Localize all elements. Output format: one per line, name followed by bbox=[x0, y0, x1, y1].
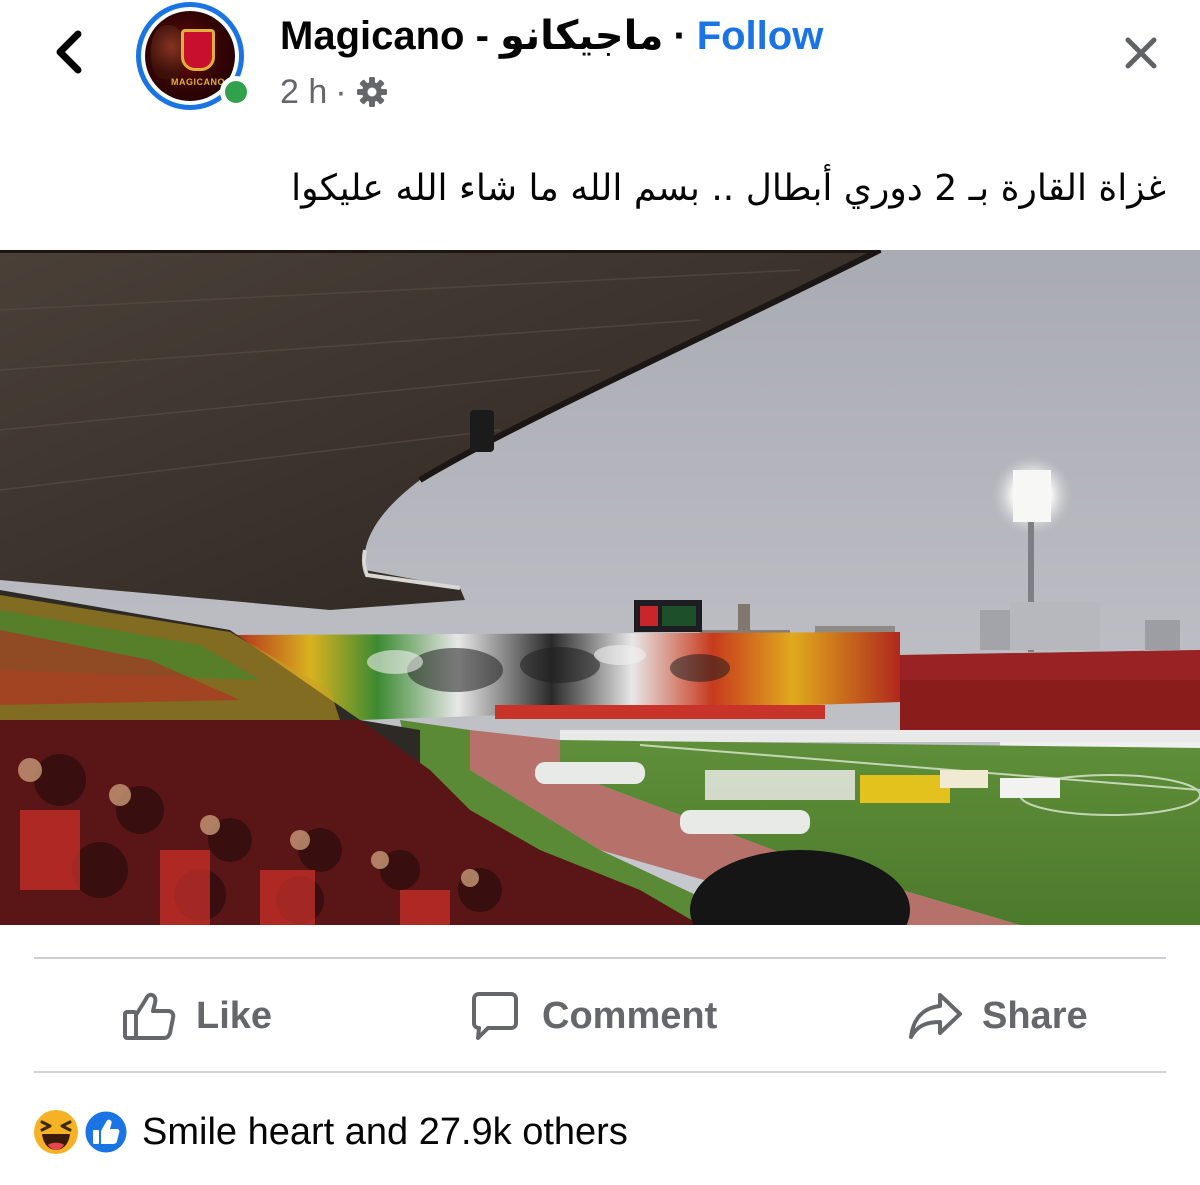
chevron-left-icon bbox=[56, 30, 82, 74]
haha-icon bbox=[34, 1110, 78, 1154]
title-separator: · bbox=[673, 13, 687, 58]
reactions-summary: Smile heart and 27.9k others bbox=[32, 1108, 628, 1156]
close-icon bbox=[1125, 37, 1157, 69]
post-header-title: Magicano - ماجيكانو · Follow bbox=[280, 12, 823, 60]
thumbs-up-icon bbox=[123, 992, 176, 1040]
gear-icon[interactable] bbox=[355, 75, 389, 109]
online-status-dot bbox=[220, 76, 252, 108]
reactions-text[interactable]: Smile heart and 27.9k others bbox=[142, 1111, 628, 1154]
close-button[interactable] bbox=[1116, 28, 1166, 78]
comment-bubble-icon bbox=[472, 992, 518, 1040]
comment-button[interactable]: Comment bbox=[466, 980, 717, 1052]
share-label: Share bbox=[982, 994, 1088, 1037]
meta-separator: · bbox=[335, 72, 347, 111]
share-arrow-icon bbox=[909, 993, 962, 1039]
avatar-logo-text: MAGICANO bbox=[171, 77, 225, 87]
avatar-face bbox=[151, 25, 185, 79]
share-button[interactable]: Share bbox=[906, 980, 1088, 1052]
like-label: Like bbox=[196, 994, 273, 1037]
action-bar-divider-top bbox=[34, 957, 1166, 959]
post-photo[interactable] bbox=[0, 250, 1200, 925]
stadium-photo bbox=[0, 250, 1200, 925]
post-timestamp[interactable]: 2 h bbox=[280, 73, 327, 112]
post-meta: 2 h · bbox=[280, 70, 389, 114]
post-text: غزاة القارة بـ 2 دوري أبطال .. بسم الله … bbox=[291, 168, 1166, 209]
like-button[interactable]: Like bbox=[120, 980, 272, 1052]
action-bar-divider-bottom bbox=[34, 1071, 1166, 1073]
club-crest-icon bbox=[181, 29, 215, 71]
reaction-icons[interactable] bbox=[32, 1108, 134, 1156]
comment-label: Comment bbox=[542, 994, 718, 1037]
back-button[interactable] bbox=[44, 22, 96, 82]
follow-button[interactable]: Follow bbox=[697, 14, 824, 59]
page-avatar[interactable]: MAGICANO bbox=[136, 2, 254, 110]
like-icon bbox=[82, 1108, 130, 1156]
page-name[interactable]: Magicano - ماجيكانو bbox=[280, 13, 663, 59]
